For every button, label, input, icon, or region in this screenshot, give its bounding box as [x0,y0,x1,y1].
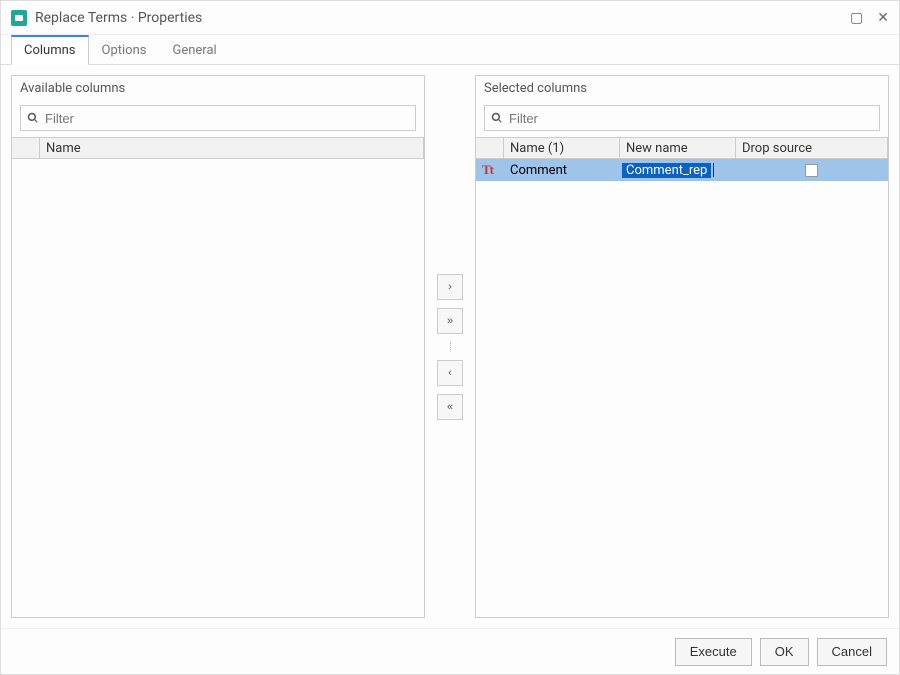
close-icon[interactable]: ✕ [877,10,889,26]
text-type-icon: Tt [482,162,493,178]
tab-general[interactable]: General [159,36,229,64]
text-caret-icon [713,163,714,177]
available-filter[interactable] [20,105,416,131]
row-name-cell[interactable]: Comment [504,159,620,181]
available-columns-panel: Available columns Name [11,75,425,618]
add-all-button[interactable]: » [437,308,463,334]
tab-options[interactable]: Options [89,36,160,64]
newname-edit-value[interactable]: Comment_rep [622,163,711,178]
table-row[interactable]: Tt Comment Comment_rep [476,159,888,181]
available-columns-title: Available columns [12,76,424,101]
dialog-footer: Execute OK Cancel [1,628,899,674]
selected-columns-title: Selected columns [476,76,888,101]
transfer-buttons: › » ‹ « [433,75,467,618]
selected-header-drop[interactable]: Drop source [736,138,888,158]
selected-header-icon-col[interactable] [476,138,504,158]
ok-button[interactable]: OK [760,638,809,666]
content-area: Available columns Name › » ‹ « Selected [1,65,899,628]
add-button[interactable]: › [437,274,463,300]
window-controls: ▢ ✕ [850,10,889,26]
available-header-name[interactable]: Name [40,138,424,158]
transfer-separator [450,342,451,352]
selected-columns-panel: Selected columns Name (1) New name Drop … [475,75,889,618]
app-icon [11,10,27,26]
titlebar: Replace Terms · Properties ▢ ✕ [1,1,899,35]
remove-all-button[interactable]: « [437,394,463,420]
row-newname-cell[interactable]: Comment_rep [620,159,736,181]
selected-table-body: Tt Comment Comment_rep [476,159,888,617]
maximize-icon[interactable]: ▢ [850,10,863,26]
tab-columns[interactable]: Columns [11,35,89,65]
available-table-header: Name [12,137,424,159]
row-drop-cell[interactable] [736,159,888,181]
available-filter-input[interactable] [45,111,409,126]
search-icon [491,112,503,124]
selected-table-header: Name (1) New name Drop source [476,137,888,159]
row-type-icon-cell: Tt [476,159,504,181]
selected-header-name[interactable]: Name (1) [504,138,620,158]
search-icon [27,112,39,124]
dialog-window: Replace Terms · Properties ▢ ✕ Columns O… [0,0,900,675]
available-header-icon-col[interactable] [12,138,40,158]
available-table-body [12,159,424,617]
execute-button[interactable]: Execute [675,638,752,666]
tab-bar: Columns Options General [1,35,899,65]
selected-header-newname[interactable]: New name [620,138,736,158]
cancel-button[interactable]: Cancel [817,638,887,666]
window-title: Replace Terms · Properties [35,10,202,26]
selected-filter-input[interactable] [509,111,873,126]
selected-filter[interactable] [484,105,880,131]
remove-button[interactable]: ‹ [437,360,463,386]
drop-source-checkbox[interactable] [805,164,818,177]
